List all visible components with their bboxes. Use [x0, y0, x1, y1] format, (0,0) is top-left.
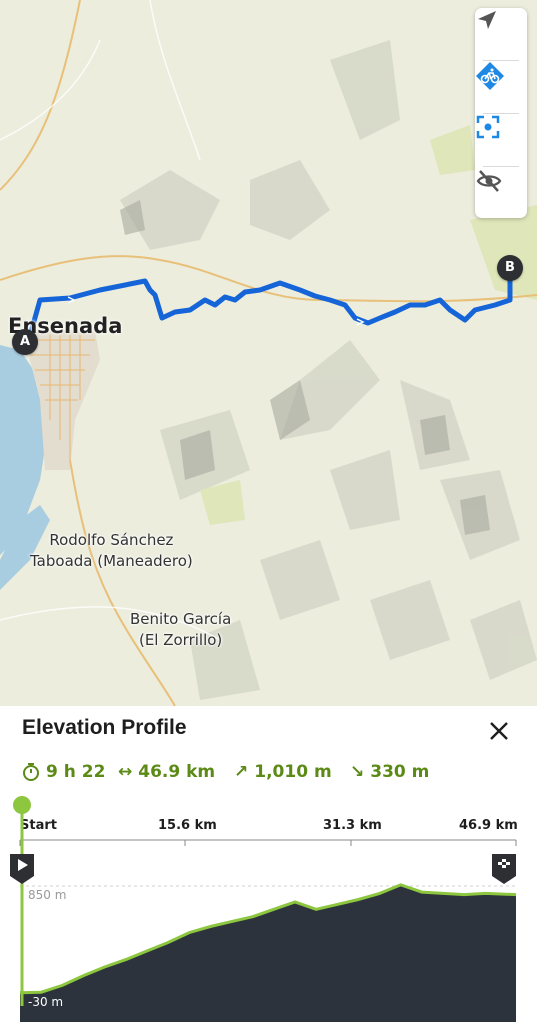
stat-descent: ↘ 330 m — [350, 762, 429, 782]
bike-route-icon — [476, 62, 504, 90]
elevation-chart-svg: 850 m -30 m — [10, 796, 517, 1022]
map-canvas — [0, 0, 537, 706]
panel-title: Elevation Profile — [22, 716, 187, 739]
finish-flag-icon — [492, 854, 516, 884]
distance-value: 46.9 km — [138, 762, 216, 782]
place-label-line: (El Zorrillo) — [138, 631, 223, 649]
stopwatch-icon — [23, 763, 39, 781]
end-marker[interactable]: B — [497, 255, 523, 281]
stat-distance: ↔ 46.9 km — [118, 762, 215, 782]
place-label-town: Rodolfo Sánchez Taboada (Maneadero) — [30, 530, 193, 572]
place-label-town: Benito García (El Zorrillo) — [130, 609, 231, 651]
navigation-button[interactable] — [475, 8, 527, 60]
hide-route-button[interactable] — [475, 167, 527, 219]
elevation-max-label: 850 m — [28, 888, 66, 902]
ascent-value: 1,010 m — [254, 762, 332, 782]
descent-icon: ↘ — [350, 762, 365, 782]
navigation-arrow-icon — [478, 11, 496, 29]
start-flag-icon — [10, 854, 34, 884]
stat-ascent: ↗ 1,010 m — [234, 762, 332, 782]
close-icon — [490, 722, 508, 740]
map-toolbar — [475, 8, 527, 218]
elevation-min-label: -30 m — [28, 995, 63, 1009]
place-label-line: Rodolfo Sánchez — [49, 531, 174, 549]
position-handle[interactable] — [13, 796, 31, 814]
bike-route-button[interactable] — [475, 61, 527, 113]
elevation-chart[interactable]: 850 m -30 m — [0, 796, 537, 1024]
distance-icon: ↔ — [118, 762, 133, 782]
ascent-icon: ↗ — [234, 762, 249, 782]
recenter-icon — [476, 115, 500, 139]
duration-value: 9 h 22 — [46, 762, 106, 782]
elevation-area — [20, 884, 516, 1022]
close-button[interactable] — [484, 716, 514, 746]
stat-duration: 9 h 22 — [22, 762, 105, 782]
place-label-line: Benito García — [130, 610, 232, 628]
descent-value: 330 m — [370, 762, 430, 782]
recenter-button[interactable] — [475, 114, 527, 166]
map-view[interactable]: Ensenada Rodolfo Sánchez Taboada (Manead… — [0, 0, 537, 706]
hide-eye-icon — [476, 170, 502, 192]
place-label-line: Taboada (Maneadero) — [30, 552, 193, 570]
start-marker[interactable]: A — [12, 329, 38, 355]
